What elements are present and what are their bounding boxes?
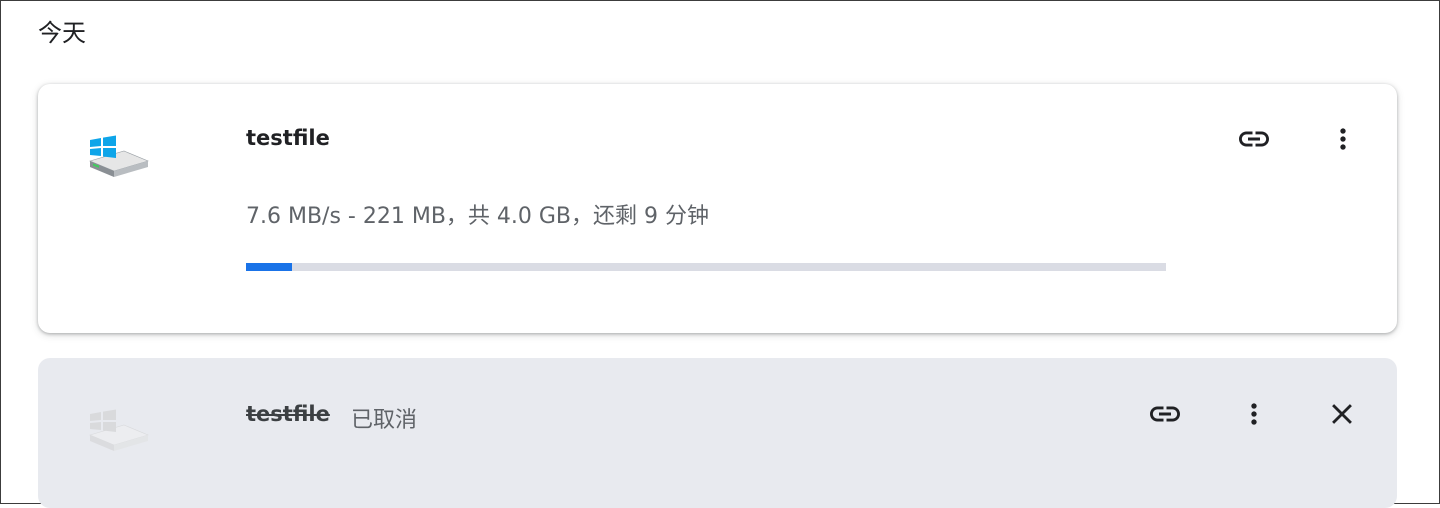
more-actions-button[interactable] — [1234, 394, 1274, 434]
section-title: 今天 — [38, 19, 86, 47]
more-vert-icon — [1327, 123, 1359, 155]
copy-link-button[interactable] — [1145, 394, 1185, 434]
download-progress-fill — [246, 263, 292, 271]
remove-button[interactable] — [1322, 394, 1362, 434]
close-icon — [1325, 397, 1359, 431]
drive-icon — [86, 135, 150, 179]
drive-icon — [86, 409, 150, 453]
download-progress-text: 7.6 MB/s - 221 MB，共 4.0 GB，还剩 9 分钟 — [246, 204, 710, 229]
download-item-cancelled: testfile 已取消 — [38, 358, 1397, 508]
link-icon — [1236, 121, 1272, 157]
file-name[interactable]: testfile — [246, 126, 330, 150]
more-actions-button[interactable] — [1323, 119, 1363, 159]
file-name: testfile — [246, 402, 330, 426]
copy-link-button[interactable] — [1234, 119, 1274, 159]
status-text: 已取消 — [351, 408, 418, 433]
link-icon — [1147, 396, 1183, 432]
download-progress-bar — [246, 263, 1166, 271]
more-vert-icon — [1238, 398, 1270, 430]
download-item-active: testfile 7.6 MB/s - 221 MB，共 4.0 GB，还剩 9… — [38, 84, 1397, 333]
